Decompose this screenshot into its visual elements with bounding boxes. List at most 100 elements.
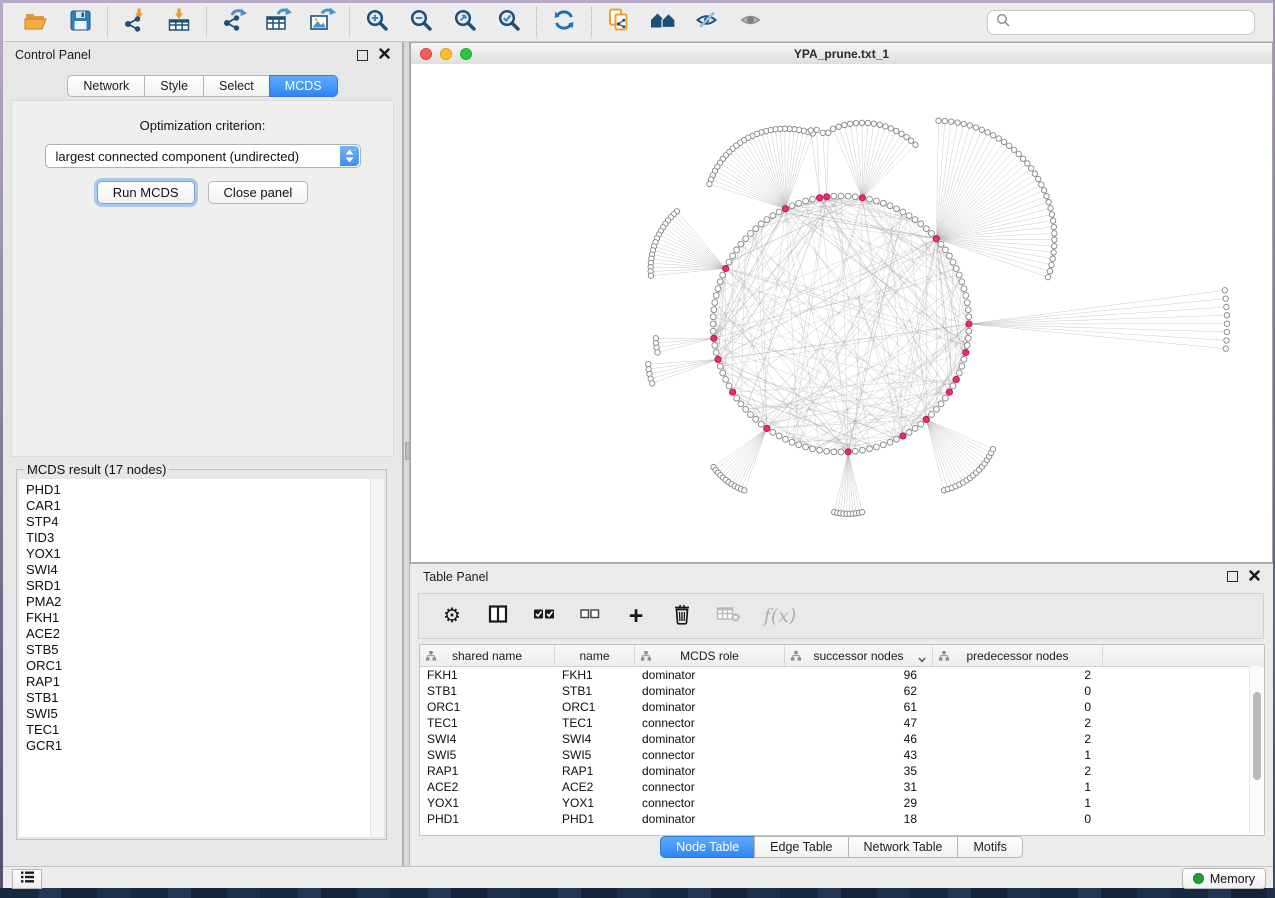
graph-hub-node[interactable] [764,425,770,431]
graph-leaf-node[interactable] [853,120,858,125]
graph-leaf-node[interactable] [942,118,947,123]
graph-node[interactable] [961,357,967,363]
mcds-result-item[interactable]: ORC1 [26,658,384,674]
graph-leaf-node[interactable] [865,120,870,125]
graph-leaf-node[interactable] [1049,262,1054,267]
mcds-result-item[interactable]: FKH1 [26,610,384,626]
graph-leaf-node[interactable] [1020,156,1025,161]
graph-node[interactable] [726,259,732,265]
graph-leaf-node[interactable] [888,126,893,131]
graph-leaf-node[interactable] [1001,139,1006,144]
graph-hub-node[interactable] [782,206,788,212]
graph-node[interactable] [918,221,924,227]
graph-node[interactable] [938,241,944,247]
graph-leaf-node[interactable] [1016,151,1021,156]
graph-node[interactable] [894,206,900,212]
zoom-in-button[interactable] [360,7,394,37]
graph-leaf-node[interactable] [826,130,831,135]
tab-mcds[interactable]: MCDS [269,75,338,97]
graph-node[interactable] [950,383,956,389]
graph-hub-node[interactable] [923,416,929,422]
float-panel-button[interactable] [357,50,368,61]
graph-node[interactable] [770,213,776,219]
tab-motifs[interactable]: Motifs [957,836,1022,858]
graph-node[interactable] [906,430,912,436]
graph-leaf-node[interactable] [808,128,813,133]
close-table-panel-button[interactable] [1249,570,1260,584]
graph-node[interactable] [720,272,726,278]
graph-node[interactable] [710,328,716,334]
duplicate-network-button[interactable] [602,7,636,37]
graph-node[interactable] [887,439,893,445]
table-settings-button[interactable]: ⚙ [439,603,465,629]
graph-leaf-node[interactable] [1050,218,1055,223]
graph-leaf-node[interactable] [913,142,918,147]
graph-leaf-node[interactable] [996,136,1001,141]
graph-leaf-node[interactable] [1046,200,1051,205]
graph-node[interactable] [748,231,754,237]
graph-node[interactable] [918,421,924,427]
graph-leaf-node[interactable] [955,120,960,125]
graph-hub-node[interactable] [723,265,729,271]
graph-leaf-node[interactable] [707,181,712,186]
hide-selected-button[interactable] [690,7,724,37]
graph-leaf-node[interactable] [1222,288,1227,293]
graph-hub-node[interactable] [711,335,717,341]
mcds-result-item[interactable]: TEC1 [26,722,384,738]
graph-node[interactable] [717,363,723,369]
graph-leaf-node[interactable] [973,125,978,130]
tab-network-table[interactable]: Network Table [848,836,959,858]
graph-node[interactable] [964,343,970,349]
graph-leaf-node[interactable] [1041,188,1046,193]
graph-node[interactable] [810,446,816,452]
table-row[interactable]: STB1STB1dominator620 [420,683,1264,699]
mcds-result-item[interactable]: ACE2 [26,626,384,642]
table-row[interactable]: ORC1ORC1dominator610 [420,699,1264,715]
graph-leaf-node[interactable] [908,138,913,143]
graph-leaf-node[interactable] [904,134,909,139]
graph-node[interactable] [845,193,851,199]
graph-hub-node[interactable] [953,376,959,382]
graph-node[interactable] [923,226,929,232]
graph-leaf-node[interactable] [1051,250,1056,255]
graph-node[interactable] [753,417,759,423]
zoom-out-button[interactable] [404,7,438,37]
graph-hub-node[interactable] [966,321,972,327]
graph-node[interactable] [929,412,935,418]
graph-leaf-node[interactable] [1011,147,1016,152]
mcds-list-scrollbar[interactable] [370,479,384,837]
mcds-result-item[interactable]: PHD1 [26,482,384,498]
deselect-all-button[interactable] [577,603,603,629]
graph-node[interactable] [713,350,719,356]
mcds-result-item[interactable]: PMA2 [26,594,384,610]
network-window-titlebar[interactable]: YPA_prune.txt_1 [411,43,1272,65]
graph-node[interactable] [934,406,940,412]
graph-leaf-node[interactable] [836,124,841,129]
graph-hub-node[interactable] [933,236,939,242]
graph-node[interactable] [867,446,873,452]
graph-leaf-node[interactable] [979,127,984,132]
table-row[interactable]: PHD1PHD1dominator180 [420,811,1264,827]
graph-leaf-node[interactable] [949,119,954,124]
mcds-result-item[interactable]: SRD1 [26,578,384,594]
mcds-result-item[interactable]: TID3 [26,530,384,546]
graph-node[interactable] [838,193,844,199]
graph-node[interactable] [867,196,873,202]
graph-node[interactable] [758,221,764,227]
graph-node[interactable] [953,266,959,272]
graph-leaf-node[interactable] [814,127,819,132]
graph-node[interactable] [776,433,782,439]
graph-node[interactable] [743,236,749,242]
tab-node-table[interactable]: Node Table [660,836,755,858]
graph-leaf-node[interactable] [820,130,825,135]
graph-leaf-node[interactable] [830,126,835,131]
graph-leaf-node[interactable] [1224,321,1229,326]
first-neighbors-button[interactable] [646,7,680,37]
graph-node[interactable] [965,335,971,341]
graph-node[interactable] [796,200,802,206]
import-network-button[interactable] [118,7,152,37]
graph-hub-node[interactable] [845,449,851,455]
graph-node[interactable] [956,370,962,376]
graph-leaf-node[interactable] [1025,161,1030,166]
run-mcds-button[interactable]: Run MCDS [97,181,195,204]
